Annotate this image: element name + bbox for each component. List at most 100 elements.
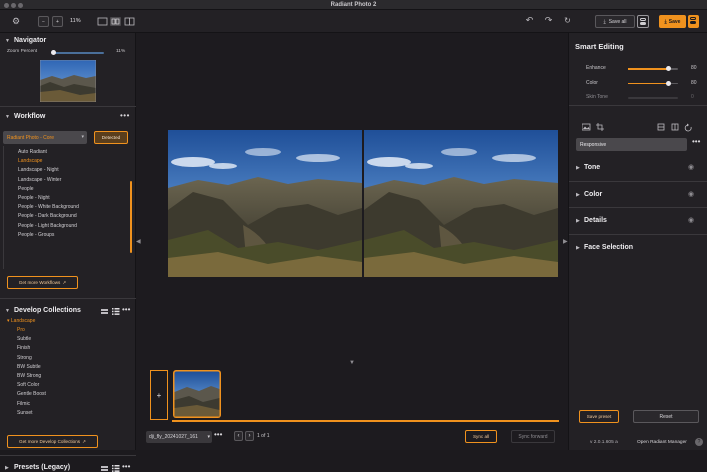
preset-more-icon[interactable]: •••	[692, 137, 700, 146]
save-all-button[interactable]: ⤓ Save all	[595, 15, 635, 28]
navigator-thumbnail[interactable]	[40, 60, 96, 102]
split-horizontal-icon[interactable]	[657, 123, 665, 131]
grid-view-icon[interactable]	[101, 466, 108, 471]
get-more-develop-collections-button[interactable]: Get more Develop Collections ↗	[7, 435, 98, 448]
workflow-item[interactable]: People - Light Background	[18, 222, 128, 231]
rotate-icon[interactable]	[684, 123, 692, 132]
develop-more-icon[interactable]: •••	[122, 305, 130, 314]
redo-icon[interactable]: ↷	[543, 15, 554, 26]
smart-slider-track[interactable]	[628, 80, 678, 86]
save-button[interactable]: ⤓ Save	[659, 15, 686, 28]
left-panel: ▼ Navigator Zoom Percent 11% ▼ Workflow …	[0, 33, 136, 472]
get-more-workflows-button[interactable]: Get more Workflows ↗	[7, 276, 78, 289]
develop-collection-item[interactable]: Strong	[17, 354, 127, 363]
workflow-item[interactable]: People - Night	[18, 194, 128, 203]
smart-slider-value: 80	[691, 65, 697, 71]
chevron-down-icon: ▾	[81, 134, 84, 140]
zoom-in-button[interactable]: +	[52, 16, 63, 27]
develop-collection-item[interactable]: Sunset	[17, 409, 127, 418]
list-view-icon[interactable]	[112, 308, 120, 315]
filmstrip-toggle-icon[interactable]: ▼	[349, 360, 355, 366]
workflow-item[interactable]: Landscape - Winter	[18, 176, 128, 185]
open-radiant-manager-link[interactable]: Open Radiant Manager	[637, 440, 687, 445]
expand-triangle-icon[interactable]: ▶	[576, 192, 580, 198]
smart-slider-track[interactable]	[628, 66, 678, 71]
add-image-button[interactable]: +	[150, 370, 168, 420]
undo-icon[interactable]: ↶	[524, 15, 535, 26]
side-by-side-view-icon[interactable]	[110, 17, 121, 26]
develop-collection-item[interactable]: Subtle	[17, 335, 127, 344]
smart-slider-knob[interactable]	[665, 66, 671, 71]
presets-more-icon[interactable]: •••	[122, 462, 130, 471]
workflow-preset-dropdown[interactable]: Radiant Photo - Core ▾	[3, 131, 87, 144]
zoom-slider-knob[interactable]	[51, 50, 56, 55]
collapse-triangle-icon[interactable]: ▼	[5, 114, 10, 120]
collapse-triangle-icon[interactable]: ▼	[5, 308, 10, 314]
collapse-left-panel-icon[interactable]: ◀	[136, 238, 141, 245]
crop-icon[interactable]	[596, 123, 604, 131]
single-view-icon[interactable]	[97, 17, 108, 26]
accordion-section[interactable]: ▶ Face Selection	[569, 235, 707, 262]
save-preset-button[interactable]: Save preset	[579, 410, 619, 423]
develop-collection-item[interactable]: Soft Color	[17, 381, 127, 390]
zoom-slider[interactable]	[51, 50, 104, 55]
toggle-icon	[640, 18, 646, 21]
expand-triangle-icon[interactable]: ▶	[5, 465, 9, 471]
workflow-item[interactable]: Landscape - Night	[18, 166, 128, 175]
save-all-options-toggle[interactable]	[637, 15, 649, 28]
split-view-icon[interactable]	[124, 17, 135, 26]
accordion-section[interactable]: ▶ Tone ◉	[569, 155, 707, 182]
accordion-section[interactable]: ▶ Details ◉	[569, 208, 707, 235]
develop-collection-item[interactable]: Pro	[17, 326, 127, 335]
visibility-eye-icon[interactable]: ◉	[688, 190, 694, 198]
develop-collection-item[interactable]: BW Strong	[17, 372, 127, 381]
filmstrip-scrollbar[interactable]	[172, 420, 559, 422]
workflow-item[interactable]: People - Dark Background	[18, 212, 128, 221]
save-options-toggle[interactable]	[688, 15, 699, 28]
settings-gear-icon[interactable]: ⚙	[10, 15, 22, 27]
help-icon[interactable]: ?	[695, 438, 703, 446]
sync-forward-button[interactable]: Sync forward	[511, 430, 555, 443]
workflow-item[interactable]: Auto Radiant	[18, 148, 128, 157]
zoom-out-button[interactable]: −	[38, 16, 49, 27]
collapse-right-panel-icon[interactable]: ▶	[563, 238, 568, 245]
list-view-icon[interactable]	[112, 465, 120, 472]
visibility-eye-icon[interactable]: ◉	[688, 216, 694, 224]
develop-collection-item[interactable]: Filmic	[17, 400, 127, 409]
smart-editing-title: Smart Editing	[575, 42, 624, 51]
expand-triangle-icon[interactable]: ▶	[576, 218, 580, 224]
workflow-item[interactable]: People - Groups	[18, 231, 128, 240]
workflow-item[interactable]: Landscape	[18, 157, 128, 166]
smart-slider-label: Skin Tone	[586, 94, 608, 100]
develop-collection-item[interactable]: Gentle Boost	[17, 390, 127, 399]
visibility-eye-icon[interactable]: ◉	[688, 163, 694, 171]
previous-page-button[interactable]: ‹	[234, 431, 243, 441]
landscape-group[interactable]: ▾ Landscape	[7, 318, 35, 324]
develop-collection-item[interactable]: Finish	[17, 344, 127, 353]
preset-name-field[interactable]: Responsive	[576, 138, 687, 151]
expand-triangle-icon[interactable]: ▶	[576, 245, 580, 251]
before-after-preview[interactable]	[168, 130, 558, 277]
image-icon[interactable]	[582, 123, 591, 131]
workflow-list: Auto Radiant Landscape Landscape - Night La…	[3, 146, 132, 269]
grid-view-icon[interactable]	[101, 309, 108, 314]
accordion-section[interactable]: ▶ Color ◉	[569, 182, 707, 208]
page-total: of 1	[261, 433, 270, 439]
filename-more-icon[interactable]: •••	[214, 430, 222, 439]
workflow-item[interactable]: People	[18, 185, 128, 194]
filmstrip-thumbnail[interactable]	[173, 370, 221, 418]
filename-dropdown[interactable]: dji_fly_20241027_161 ▾	[146, 431, 212, 443]
workflow-more-icon[interactable]: •••	[120, 111, 130, 120]
develop-collection-item[interactable]: BW Subtle	[17, 363, 127, 372]
sync-all-button[interactable]: Sync all	[465, 430, 497, 443]
collapse-triangle-icon[interactable]: ▼	[5, 38, 10, 44]
detected-button[interactable]: Detected	[94, 131, 128, 144]
workflow-scrollbar[interactable]	[130, 181, 132, 253]
reset-button[interactable]: Reset	[633, 410, 699, 423]
smart-slider-knob[interactable]	[665, 80, 671, 86]
workflow-item[interactable]: People - White Background	[18, 203, 128, 212]
reset-history-icon[interactable]: ↻	[562, 15, 573, 26]
next-page-button[interactable]: ›	[245, 431, 254, 441]
expand-triangle-icon[interactable]: ▶	[576, 165, 580, 171]
split-vertical-icon[interactable]	[671, 123, 679, 131]
